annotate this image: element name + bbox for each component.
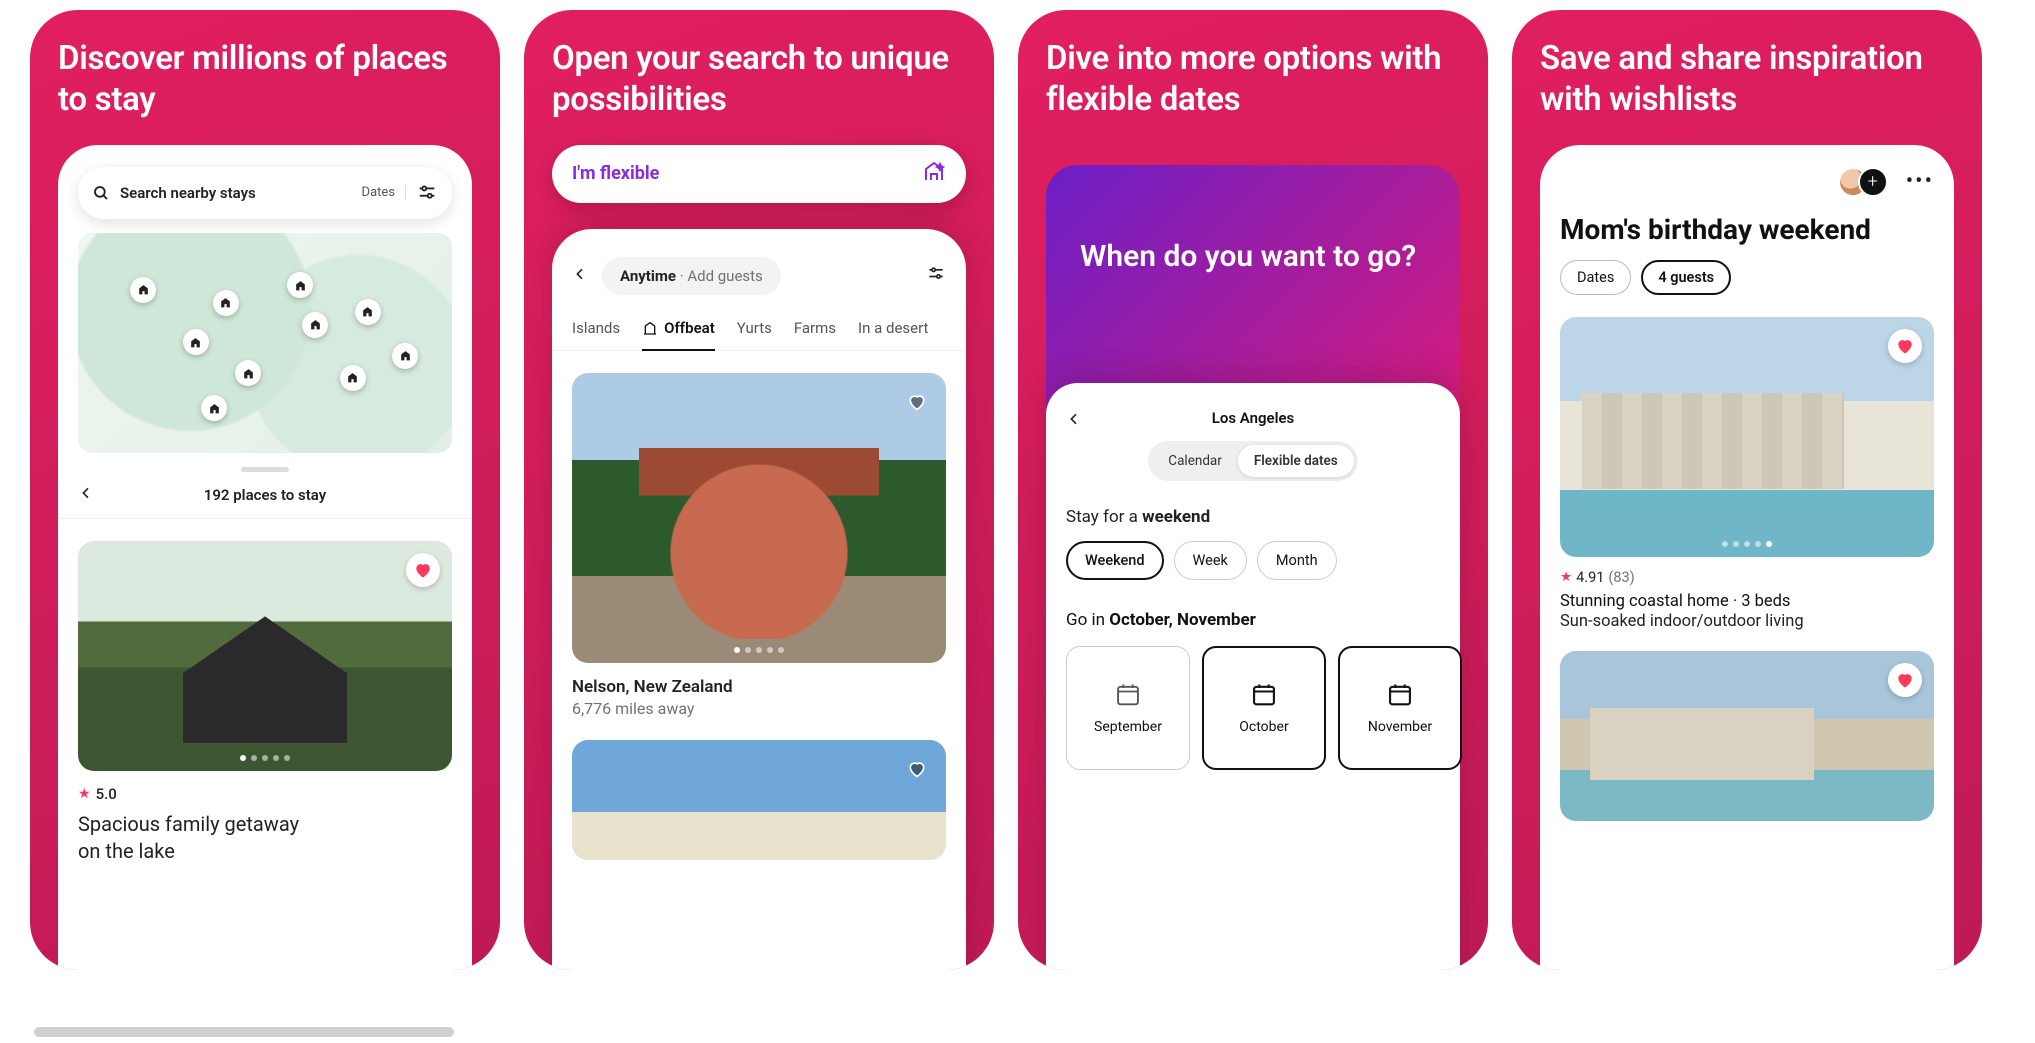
- pill-week[interactable]: Week: [1174, 541, 1247, 580]
- seg-calendar[interactable]: Calendar: [1152, 445, 1238, 477]
- panel-title: Save and share inspiration with wishlist…: [1540, 38, 1954, 121]
- heart-icon[interactable]: [1888, 663, 1922, 697]
- panel-title: Discover millions of places to stay: [58, 38, 472, 121]
- listing-line2: Sun-soaked indoor/outdoor living: [1560, 612, 1934, 631]
- chip-dates[interactable]: Dates: [1560, 260, 1631, 295]
- carousel-dots: [734, 647, 784, 653]
- house-sparkle-icon: [922, 159, 946, 188]
- carousel-dots: [1722, 541, 1772, 547]
- chevron-left-icon[interactable]: [1066, 411, 1082, 431]
- panel-title: Open your search to unique possibilities: [552, 38, 966, 121]
- month-september[interactable]: September: [1066, 646, 1190, 770]
- more-icon[interactable]: •••: [1906, 169, 1934, 194]
- city-label: Los Angeles: [1066, 409, 1440, 427]
- listing-image-next[interactable]: [1560, 651, 1934, 821]
- tab-yurts[interactable]: Yurts: [737, 311, 772, 350]
- listing-title: Spacious family getaway on the lake: [78, 811, 452, 865]
- category-tabs: Islands Offbeat Yurts Farms In a desert: [552, 311, 966, 351]
- add-person-icon[interactable]: +: [1858, 167, 1888, 197]
- search-chip[interactable]: Anytime · Add guests: [602, 257, 781, 295]
- panel-flexible-dates: Dive into more options with flexible dat…: [1018, 10, 1488, 970]
- duration-options: Weekend Week Month: [1066, 541, 1440, 580]
- wishlist-title: Mom's birthday weekend: [1560, 213, 1934, 246]
- rating-value: 5.0: [96, 785, 117, 803]
- star-icon: ★: [78, 786, 91, 802]
- heart-icon[interactable]: [1888, 329, 1922, 363]
- carousel-dots: [240, 755, 290, 761]
- panel-possibilities: Open your search to unique possibilities…: [524, 10, 994, 970]
- filter-chips: Dates 4 guests: [1560, 260, 1934, 295]
- flexible-label: I'm flexible: [572, 163, 659, 184]
- tab-farms[interactable]: Farms: [794, 311, 836, 350]
- go-in-label: Go in October, November: [1066, 610, 1440, 630]
- heart-icon[interactable]: [406, 553, 440, 587]
- month-options: September October November: [1066, 646, 1440, 770]
- listing-distance: 6,776 miles away: [572, 699, 946, 718]
- sheet-count: 192 places to stay: [204, 486, 326, 504]
- panel-discover: Discover millions of places to stay Sear…: [30, 10, 500, 970]
- map[interactable]: [78, 233, 452, 453]
- listing-image[interactable]: [78, 541, 452, 771]
- seg-flexible[interactable]: Flexible dates: [1238, 445, 1354, 477]
- search-icon: [92, 184, 110, 202]
- pill-month[interactable]: Month: [1257, 541, 1337, 580]
- listing-location: Nelson, New Zealand: [572, 677, 946, 697]
- search-placeholder: Search nearby stays: [120, 184, 362, 202]
- listing-line1: Stunning coastal home · 3 beds: [1560, 592, 1934, 611]
- prompt-text: When do you want to go?: [1080, 237, 1416, 276]
- search-bar[interactable]: Search nearby stays Dates: [78, 167, 452, 219]
- month-october[interactable]: October: [1202, 646, 1326, 770]
- search-dates-label[interactable]: Dates: [362, 185, 406, 200]
- heart-icon[interactable]: [900, 752, 934, 786]
- listing-rating: ★ 5.0: [78, 785, 452, 803]
- tab-offbeat[interactable]: Offbeat: [642, 311, 715, 351]
- avatar-stack[interactable]: +: [1838, 167, 1888, 197]
- panel-title: Dive into more options with flexible dat…: [1046, 38, 1460, 121]
- listing-image[interactable]: [1560, 317, 1934, 557]
- chip-guests[interactable]: 4 guests: [1641, 260, 1731, 295]
- horizontal-scrollbar[interactable]: [34, 1027, 454, 1037]
- listing-rating: ★ 4.91 (83): [1560, 569, 1934, 586]
- pill-weekend[interactable]: Weekend: [1066, 541, 1164, 580]
- sheet-header: 192 places to stay: [58, 482, 472, 519]
- phone-surface: Search nearby stays Dates: [58, 145, 472, 971]
- filters-icon[interactable]: [926, 264, 946, 288]
- flexible-pill[interactable]: I'm flexible: [552, 145, 966, 203]
- panels-row: Discover millions of places to stay Sear…: [30, 10, 2005, 970]
- phone-surface: Anytime · Add guests Islands Offbeat Yur…: [552, 229, 966, 971]
- tab-islands[interactable]: Islands: [572, 311, 620, 350]
- heart-icon[interactable]: [900, 385, 934, 419]
- month-november[interactable]: November: [1338, 646, 1462, 770]
- star-icon: ★: [1560, 569, 1572, 585]
- header-actions: + •••: [1560, 167, 1934, 197]
- tab-desert[interactable]: In a desert: [858, 311, 928, 350]
- listing-image[interactable]: [572, 373, 946, 663]
- date-mode-toggle[interactable]: Calendar Flexible dates: [1148, 441, 1357, 481]
- phone-surface: + ••• Mom's birthday weekend Dates 4 gue…: [1540, 145, 1954, 971]
- listing-image-next[interactable]: [572, 740, 946, 860]
- sheet-handle[interactable]: [241, 467, 289, 472]
- filters-icon[interactable]: [416, 182, 438, 204]
- search-header: Anytime · Add guests: [572, 251, 946, 311]
- stay-for-label: Stay for a weekend: [1066, 507, 1440, 527]
- phone-surface: Los Angeles Calendar Flexible dates Stay…: [1046, 383, 1460, 971]
- chevron-left-icon[interactable]: [572, 266, 588, 286]
- chevron-left-icon[interactable]: [78, 485, 94, 505]
- panel-wishlists: Save and share inspiration with wishlist…: [1512, 10, 1982, 970]
